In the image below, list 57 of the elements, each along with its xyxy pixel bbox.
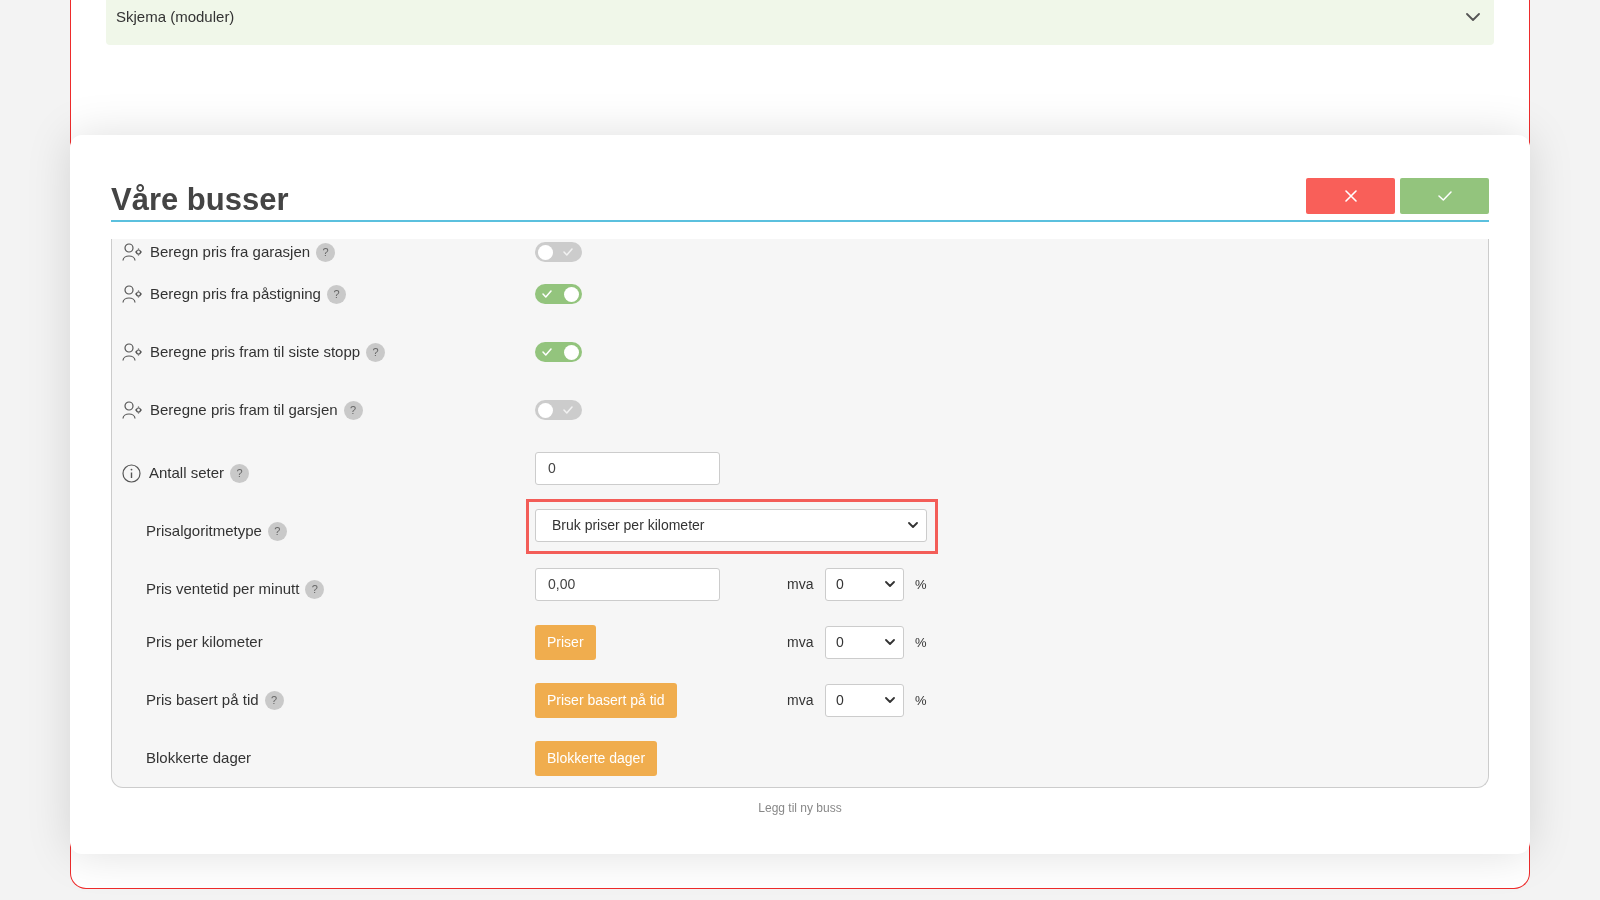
- confirm-button[interactable]: [1400, 178, 1489, 214]
- field-label: Prisalgoritmetype: [146, 522, 262, 540]
- dropdown-select[interactable]: Bruk priser per kilometer: [535, 508, 927, 542]
- action-button[interactable]: Blokkerte dager: [535, 740, 658, 776]
- vat-label: mva: [787, 634, 815, 650]
- help-button[interactable]: ?: [267, 521, 287, 541]
- unit-label: %: [915, 634, 927, 650]
- check-icon: [1437, 191, 1452, 201]
- toggle-switch[interactable]: [535, 400, 582, 420]
- action-button[interactable]: Priser basert på tid: [535, 682, 677, 718]
- field-label: Beregn pris fra garasjen: [150, 243, 311, 261]
- field-label: Pris per kilometer: [146, 633, 263, 651]
- check-icon: [563, 406, 573, 414]
- field-label: Beregne pris fram til siste stopp: [150, 343, 361, 361]
- help-button[interactable]: ?: [316, 242, 336, 262]
- accordion-header[interactable]: Skjema (moduler): [106, 0, 1494, 45]
- unit-label: %: [915, 576, 927, 592]
- text-field[interactable]: 0,00: [535, 567, 720, 601]
- user-gear-icon: [122, 343, 142, 361]
- check-icon: [563, 248, 573, 256]
- field-label: Beregne pris fram til garsjen: [150, 401, 338, 419]
- toggle-switch[interactable]: [535, 342, 582, 362]
- toggle-switch[interactable]: [535, 242, 582, 262]
- help-button[interactable]: ?: [366, 342, 386, 362]
- user-gear-icon: [122, 243, 142, 261]
- toggle-switch[interactable]: [535, 284, 582, 304]
- field-label: Pris basert på tid: [146, 691, 259, 709]
- action-button[interactable]: Priser: [535, 624, 596, 660]
- vat-select[interactable]: 0: [825, 567, 904, 601]
- chevron-down-icon: [885, 581, 895, 587]
- help-button[interactable]: ?: [326, 284, 346, 304]
- text-field[interactable]: 0: [535, 451, 720, 485]
- field-label: Pris ventetid per minutt: [146, 580, 300, 598]
- help-button[interactable]: ?: [305, 579, 325, 599]
- help-button[interactable]: ?: [264, 690, 284, 710]
- dialog-title: Våre busser: [111, 181, 289, 218]
- check-icon: [542, 290, 552, 298]
- cancel-button[interactable]: [1306, 178, 1395, 214]
- field-label: Beregn pris fra påstigning: [150, 285, 321, 303]
- field-label: Blokkerte dager: [146, 749, 252, 767]
- vat-label: mva: [787, 576, 815, 592]
- user-gear-icon: [122, 401, 142, 419]
- chevron-down-icon: [885, 639, 895, 645]
- field-label: Antall seter: [149, 464, 225, 482]
- chevron-down-icon: [885, 697, 895, 703]
- vat-select[interactable]: 0: [825, 625, 904, 659]
- help-button[interactable]: ?: [230, 463, 250, 483]
- close-icon: [1344, 190, 1357, 202]
- info-icon: [122, 463, 141, 483]
- add-bus-link[interactable]: Legg til ny buss: [758, 801, 842, 815]
- chevron-down-icon: [908, 522, 918, 528]
- vat-label: mva: [787, 692, 815, 708]
- unit-label: %: [915, 692, 927, 708]
- check-icon: [542, 348, 552, 356]
- help-button[interactable]: ?: [343, 400, 363, 420]
- vat-select[interactable]: 0: [825, 683, 904, 717]
- user-gear-icon: [122, 285, 142, 303]
